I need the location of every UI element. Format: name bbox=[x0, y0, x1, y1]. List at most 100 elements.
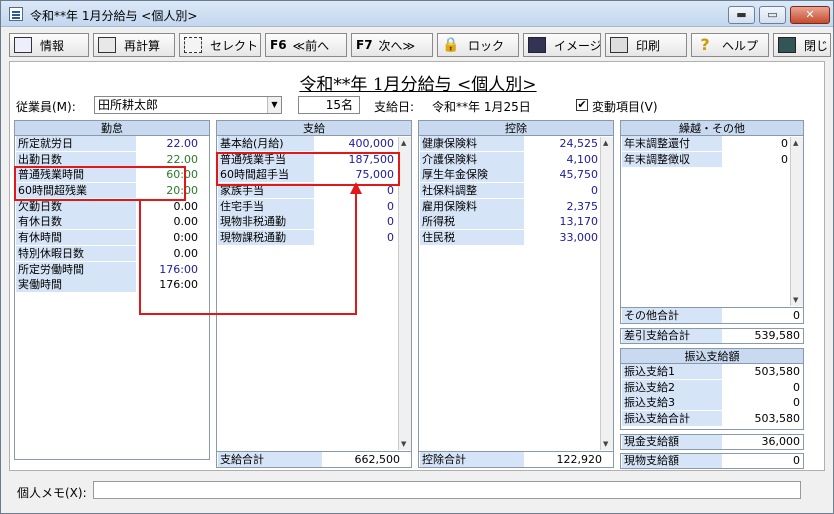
kojo-row[interactable]: 介護保険料 4,100 bbox=[419, 151, 613, 168]
kurikoshi-scrollbar[interactable] bbox=[790, 137, 803, 306]
kintai-row-value[interactable]: 22.00 bbox=[137, 136, 201, 151]
shikyu-row-label: 現物課税通勤 bbox=[218, 230, 314, 246]
kojo-row[interactable]: 社保料調整 0 bbox=[419, 183, 613, 199]
chevron-down-icon[interactable]: ▼ bbox=[267, 97, 281, 113]
kurikoshi-row-value[interactable]: 0 bbox=[723, 136, 791, 151]
shikyu-row[interactable]: 普通残業手当 187,500 bbox=[217, 151, 411, 168]
shikyu-scrollbar[interactable] bbox=[398, 137, 411, 450]
help-button[interactable]: ? ヘルプ bbox=[691, 33, 769, 57]
shikyu-row-value[interactable]: 0 bbox=[315, 183, 397, 198]
shikyu-row-value[interactable]: 187,500 bbox=[315, 152, 397, 167]
kojo-row-value[interactable]: 45,750 bbox=[525, 167, 601, 182]
next-button[interactable]: F7 次へ≫ bbox=[351, 33, 433, 57]
kojo-row-value[interactable]: 0 bbox=[525, 183, 601, 198]
memo-input[interactable] bbox=[93, 481, 801, 499]
kintai-row[interactable]: 実働時間 176:00 bbox=[15, 277, 209, 293]
kintai-header: 勤怠 bbox=[15, 121, 209, 136]
kintai-row[interactable]: 60時間超残業 20:00 bbox=[15, 183, 209, 199]
kintai-row-label: 有休時間 bbox=[16, 230, 136, 246]
shikyu-row[interactable]: 現物非税通勤 0 bbox=[217, 214, 411, 230]
kurikoshi-row[interactable]: 年末調整還付 0 bbox=[621, 136, 803, 152]
shikyu-row[interactable]: 60時間超手当 75,000 bbox=[217, 167, 411, 183]
kintai-row-value[interactable]: 176:00 bbox=[137, 262, 201, 277]
variable-items-checkbox[interactable]: ✔ bbox=[576, 99, 588, 111]
kintai-row-value[interactable]: 20:00 bbox=[137, 183, 201, 198]
genbutsu-value: 0 bbox=[793, 454, 800, 467]
variable-items-label[interactable]: 変動項目(V) bbox=[592, 98, 658, 115]
kojo-row[interactable]: 所得税 13,170 bbox=[419, 214, 613, 230]
close-button[interactable]: ✕ bbox=[790, 6, 830, 24]
image-button[interactable]: イメージ bbox=[523, 33, 601, 57]
furikomi-row-value[interactable]: 503,580 bbox=[723, 364, 803, 379]
kintai-row-value[interactable]: 176:00 bbox=[137, 277, 201, 292]
calculator-icon bbox=[98, 37, 116, 53]
kojo-scrollbar[interactable] bbox=[600, 137, 613, 450]
shikyu-row-value[interactable]: 400,000 bbox=[315, 136, 397, 151]
kintai-row-value[interactable]: 0.00 bbox=[137, 199, 201, 214]
select-button[interactable]: セレクト bbox=[179, 33, 261, 57]
furikomi-row-value[interactable]: 0 bbox=[723, 395, 803, 410]
employee-select[interactable]: 田所耕太郎 ▼ bbox=[94, 96, 282, 114]
furikomi-row-value[interactable]: 0 bbox=[723, 380, 803, 395]
furikomi-row[interactable]: 振込支給1 503,580 bbox=[621, 364, 803, 380]
kintai-row[interactable]: 特別休暇日数 0.00 bbox=[15, 245, 209, 262]
kintai-row[interactable]: 有休時間 0:00 bbox=[15, 230, 209, 246]
kurikoshi-row[interactable]: 年末調整徴収 0 bbox=[621, 151, 803, 168]
maximize-button[interactable]: ▭ bbox=[759, 6, 786, 24]
shikyu-row[interactable]: 現物課税通勤 0 bbox=[217, 230, 411, 246]
kintai-row[interactable]: 所定就労日 22.00 bbox=[15, 136, 209, 152]
furikomi-row[interactable]: 振込支給合計 503,580 bbox=[621, 411, 803, 427]
kojo-row[interactable]: 健康保険料 24,525 bbox=[419, 136, 613, 152]
f7-key: F7 bbox=[356, 38, 373, 52]
shikyu-row-label: 普通残業手当 bbox=[218, 151, 314, 167]
other-total-label: その他合計 bbox=[622, 308, 722, 323]
kojo-row-value[interactable]: 24,525 bbox=[525, 136, 601, 151]
lock-icon: 🔒 bbox=[442, 37, 460, 53]
shikyu-row-value[interactable]: 0 bbox=[315, 199, 397, 214]
furikomi-row[interactable]: 振込支給2 0 bbox=[621, 379, 803, 396]
furikomi-row-label: 振込支給合計 bbox=[622, 411, 722, 427]
kintai-row[interactable]: 普通残業時間 60:00 bbox=[15, 167, 209, 183]
shikyu-row[interactable]: 家族手当 0 bbox=[217, 183, 411, 199]
print-label: 印刷 bbox=[636, 38, 661, 53]
select-label: セレクト bbox=[210, 38, 259, 53]
kojo-total-value: 122,920 bbox=[556, 453, 603, 466]
kintai-row-value[interactable]: 60:00 bbox=[137, 167, 201, 182]
kojo-row-value[interactable]: 4,100 bbox=[525, 152, 601, 167]
kojo-row-value[interactable]: 33,000 bbox=[525, 230, 601, 245]
kojo-row[interactable]: 住民税 33,000 bbox=[419, 230, 613, 246]
kintai-row-value[interactable]: 0.00 bbox=[137, 214, 201, 229]
kojo-row[interactable]: 厚生年金保険 45,750 bbox=[419, 167, 613, 183]
kintai-row-value[interactable]: 0.00 bbox=[137, 246, 201, 261]
kojo-row[interactable]: 雇用保険料 2,375 bbox=[419, 198, 613, 215]
kintai-row[interactable]: 出勤日数 22.00 bbox=[15, 151, 209, 168]
print-button[interactable]: 印刷 bbox=[605, 33, 687, 57]
kojo-row-value[interactable]: 2,375 bbox=[525, 199, 601, 214]
shikyu-row-value[interactable]: 75,000 bbox=[315, 167, 397, 182]
prev-button[interactable]: F6 ≪前へ bbox=[265, 33, 347, 57]
kojo-row-value[interactable]: 13,170 bbox=[525, 214, 601, 229]
kintai-row[interactable]: 所定労働時間 176:00 bbox=[15, 261, 209, 278]
kintai-row-value[interactable]: 0:00 bbox=[137, 230, 201, 245]
shikyu-row[interactable]: 住宅手当 0 bbox=[217, 198, 411, 215]
exit-button[interactable]: 閉じ bbox=[773, 33, 831, 57]
furikomi-row-value[interactable]: 503,580 bbox=[723, 411, 803, 426]
info-button[interactable]: 情報 bbox=[9, 33, 89, 57]
info-label: 情報 bbox=[40, 38, 65, 53]
shikyu-row-value[interactable]: 0 bbox=[315, 214, 397, 229]
kintai-row-label: 実働時間 bbox=[16, 277, 136, 293]
kurikoshi-row-value[interactable]: 0 bbox=[723, 152, 791, 167]
furikomi-row[interactable]: 振込支給3 0 bbox=[621, 395, 803, 411]
minimize-button[interactable]: ▬ bbox=[728, 6, 755, 24]
shikyu-row-label: 60時間超手当 bbox=[218, 167, 314, 183]
lock-button[interactable]: 🔒 ロック bbox=[437, 33, 519, 57]
recalc-label: 再計算 bbox=[124, 38, 161, 53]
kintai-row-value[interactable]: 22.00 bbox=[137, 152, 201, 167]
recalc-button[interactable]: 再計算 bbox=[93, 33, 175, 57]
title-bar[interactable]: 令和**年 1月分給与 <個人別> ▬ ▭ ✕ bbox=[1, 1, 833, 27]
exit-icon bbox=[778, 37, 796, 53]
kintai-row[interactable]: 欠勤日数 0.00 bbox=[15, 198, 209, 215]
kintai-row[interactable]: 有休日数 0.00 bbox=[15, 214, 209, 230]
shikyu-row[interactable]: 基本給(月給) 400,000 bbox=[217, 136, 411, 152]
shikyu-row-value[interactable]: 0 bbox=[315, 230, 397, 245]
